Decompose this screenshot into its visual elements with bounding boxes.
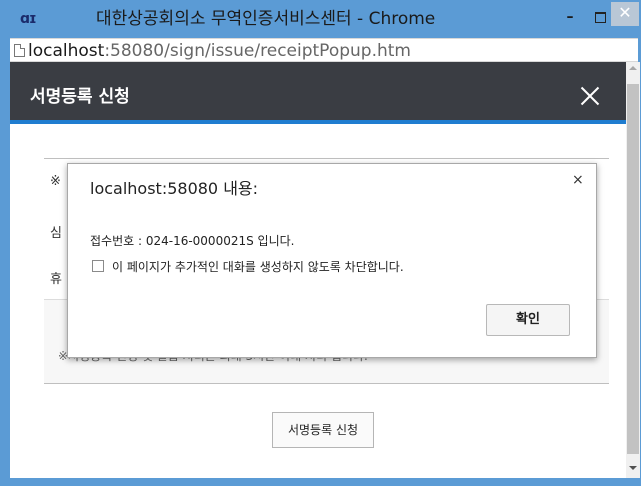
maximize-icon — [594, 12, 606, 23]
window-titlebar[interactable]: ɑɪ 대한상공회의소 무역인증서비스센터 - Chrome – ✕ — [0, 0, 641, 38]
maximize-button[interactable] — [590, 8, 610, 28]
alert-message: 접수번호 : 024-16-0000021S 입니다. — [90, 234, 295, 248]
register-signature-button[interactable]: 서명등록 신청 — [272, 412, 374, 448]
vertical-scrollbar[interactable] — [626, 62, 640, 478]
app-icon: ɑɪ — [20, 11, 37, 27]
row-label: ※ — [50, 174, 61, 189]
scroll-up-icon[interactable] — [629, 66, 637, 70]
window-title: 대한상공회의소 무역인증서비스센터 - Chrome — [96, 9, 436, 29]
suppress-dialogs-label[interactable]: 이 페이지가 추가적인 대화를 생성하지 않도록 차단합니다. — [112, 258, 404, 275]
scroll-thumb[interactable] — [627, 84, 639, 454]
popup-title: 서명등록 신청 — [30, 87, 130, 107]
url-path: :58080/sign/issue/receiptPopup.htm — [104, 41, 411, 61]
url-host: localhost — [28, 41, 105, 61]
popup-close-icon[interactable] — [578, 84, 602, 108]
row-label: 심 — [50, 226, 62, 241]
alert-dialog: localhost:58080 내용: × 접수번호 : 024-16-0000… — [67, 163, 597, 358]
scroll-down-icon[interactable] — [629, 466, 637, 470]
alert-close-icon[interactable]: × — [572, 172, 584, 188]
alert-title: localhost:58080 내용: — [90, 179, 259, 198]
window-close-button[interactable]: ✕ — [611, 2, 639, 26]
popup-header: 서명등록 신청 — [10, 62, 626, 124]
minimize-button[interactable]: – — [560, 8, 580, 28]
row-label: 휴 — [50, 272, 62, 287]
suppress-dialogs-checkbox[interactable] — [92, 260, 104, 272]
alert-ok-button[interactable]: 확인 — [486, 304, 570, 336]
browser-window: ɑɪ 대한상공회의소 무역인증서비스센터 - Chrome – ✕ localh… — [0, 0, 641, 486]
address-bar[interactable]: localhost:58080/sign/issue/receiptPopup.… — [10, 38, 638, 62]
page-icon — [14, 44, 25, 57]
url-text: localhost:58080/sign/issue/receiptPopup.… — [28, 41, 411, 61]
